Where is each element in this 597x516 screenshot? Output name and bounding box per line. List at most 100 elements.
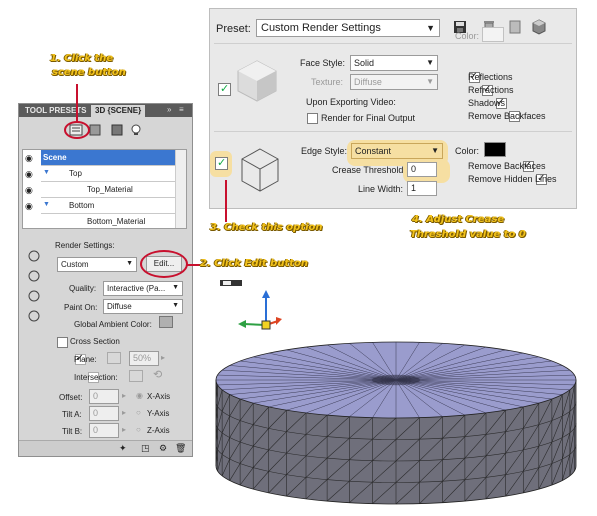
chevron-right-icon[interactable]: ▸: [122, 391, 126, 400]
edge-style-value: Constant: [355, 146, 392, 156]
eye-icon[interactable]: ◉: [25, 201, 33, 212]
trash-icon[interactable]: 🗑: [175, 443, 186, 454]
remove-hidden-lines-label: Remove Hidden Lines: [468, 174, 557, 184]
edge-style-checkbox[interactable]: [215, 156, 228, 170]
edge-style-select[interactable]: Constant ▼: [351, 143, 443, 159]
chevron-down-icon: ▼: [426, 23, 435, 33]
settings-icon[interactable]: ⚙: [159, 443, 167, 454]
render-final-checkbox[interactable]: [307, 113, 318, 124]
cross-section-label: Cross Section: [70, 337, 120, 346]
face-style-select[interactable]: Solid ▼: [350, 55, 438, 71]
radio-y-axis[interactable]: ○: [136, 408, 141, 417]
edge-cube-thumbnail: [241, 148, 279, 192]
edit-button-highlight: [140, 250, 188, 278]
texture-value: Diffuse: [354, 77, 382, 87]
cube-icon[interactable]: [532, 19, 546, 35]
tree-row-bottom[interactable]: Bottom: [41, 198, 186, 214]
tree-label: Scene: [43, 153, 67, 162]
3d-tools-icons[interactable]: [27, 249, 41, 331]
lights-icon[interactable]: [131, 124, 141, 136]
light-toggle-icon[interactable]: ✦: [119, 443, 127, 454]
chevron-right-icon[interactable]: ▸: [161, 353, 165, 362]
intersection-label: Intersection:: [74, 373, 118, 382]
tilt-b-input[interactable]: 0: [89, 423, 119, 438]
collapse-icon[interactable]: »: [167, 105, 171, 114]
tree-label: Bottom_Material: [87, 217, 146, 226]
tab-3d-scene[interactable]: 3D {SCENE}: [91, 105, 146, 117]
chevron-right-icon[interactable]: ▸: [122, 408, 126, 417]
face-style-value: Solid: [354, 58, 375, 68]
offset-label: Offset:: [59, 393, 83, 402]
line-width-input[interactable]: 1: [407, 181, 437, 196]
tree-label: Top: [69, 169, 82, 178]
tree-row-top-material[interactable]: Top_Material: [41, 182, 186, 198]
offset-value: 0: [93, 391, 99, 401]
chevron-down-icon: ▼: [431, 146, 439, 155]
z-axis-label: Z-Axis: [147, 426, 170, 435]
quality-select[interactable]: Interactive (Pa... ▼: [103, 281, 183, 296]
face-color-swatch[interactable]: [482, 27, 504, 42]
render-settings-label: Render Settings:: [55, 241, 115, 250]
expand-arrow-icon[interactable]: ▼: [43, 169, 50, 176]
tree-row-scene[interactable]: Scene: [41, 150, 186, 166]
panel-footer: ✦ ◳ ⚙ 🗑: [19, 440, 192, 456]
intersection-color-swatch[interactable]: [129, 370, 143, 382]
scene-tree: Scene ◉ Top ◉ ▼ Top_Material ◉ Bottom ◉ …: [22, 149, 187, 229]
3d-scene-panel: TOOL PRESETS 3D {SCENE} » ≡ Scene ◉ Top …: [18, 103, 193, 457]
paint-on-value: Diffuse: [107, 302, 132, 311]
face-style-label: Face Style:: [300, 58, 346, 68]
refractions-label: Refractions: [468, 85, 514, 95]
shadows-label: Shadows: [468, 98, 506, 108]
eye-icon[interactable]: ◉: [25, 153, 33, 164]
crease-threshold-input[interactable]: 0: [407, 162, 437, 177]
panel-tabbar: TOOL PRESETS 3D {SCENE} » ≡: [19, 104, 192, 117]
tab-tool-presets[interactable]: TOOL PRESETS: [21, 105, 91, 117]
chevron-down-icon: ▼: [426, 77, 434, 86]
tree-row-top[interactable]: Top: [41, 166, 186, 182]
color-label-face: Color:: [455, 31, 480, 41]
ambient-color-swatch[interactable]: [159, 316, 173, 328]
new-light-icon[interactable]: ◳: [141, 443, 150, 454]
panel-menu-icon[interactable]: ≡: [179, 105, 184, 114]
materials-icon[interactable]: [111, 124, 123, 136]
radio-z-axis[interactable]: ○: [136, 425, 141, 434]
callout-4-line2: Threshold value to 0: [410, 229, 526, 240]
edge-color-swatch[interactable]: [484, 142, 506, 157]
cross-section-checkbox[interactable]: [57, 337, 68, 348]
3d-viewport[interactable]: [196, 276, 586, 512]
tilt-b-label: Tilt B:: [62, 427, 83, 436]
document-icon[interactable]: [508, 19, 522, 35]
preset-select[interactable]: Custom Render Settings ▼: [256, 19, 440, 37]
tree-scrollbar[interactable]: [175, 150, 186, 228]
flip-icon[interactable]: ⟲: [153, 368, 162, 381]
radio-x-axis[interactable]: ◉: [136, 391, 143, 400]
chevron-down-icon: ▼: [172, 302, 179, 309]
preset-value: Custom Render Settings: [261, 22, 381, 34]
x-axis-label: X-Axis: [147, 392, 171, 401]
divider: [214, 43, 572, 44]
eye-icon[interactable]: ◉: [25, 185, 33, 196]
offset-input[interactable]: 0: [89, 389, 119, 404]
chevron-right-icon[interactable]: ▸: [122, 425, 126, 434]
y-axis-label: Y-Axis: [147, 409, 170, 418]
tilt-a-input[interactable]: 0: [89, 406, 119, 421]
expand-arrow-icon[interactable]: ▼: [43, 201, 50, 208]
tree-row-bottom-material[interactable]: Bottom_Material: [41, 214, 186, 228]
render-settings-select[interactable]: Custom ▼: [57, 257, 137, 272]
callout-4-line1: 4. Adjust Crease: [412, 214, 505, 225]
eye-icon[interactable]: ◉: [25, 169, 33, 180]
face-cube-thumbnail: [237, 60, 277, 102]
texture-select[interactable]: Diffuse ▼: [350, 74, 438, 90]
callout-3: 3. Check this option: [210, 222, 323, 233]
chevron-down-icon: ▼: [172, 284, 179, 291]
plane-opacity-value: 50%: [133, 353, 152, 363]
face-style-checkbox[interactable]: [218, 82, 231, 96]
plane-opacity-input[interactable]: 50%: [129, 351, 159, 366]
paint-on-select[interactable]: Diffuse ▼: [103, 299, 183, 314]
callout-1-line1: 1. Click the: [50, 53, 114, 64]
tilt-b-value: 0: [93, 425, 99, 435]
transform-gizmo-icon[interactable]: [238, 290, 282, 330]
tilt-a-label: Tilt A:: [62, 410, 82, 419]
meshes-icon[interactable]: [89, 124, 101, 136]
plane-color-swatch[interactable]: [107, 352, 121, 364]
